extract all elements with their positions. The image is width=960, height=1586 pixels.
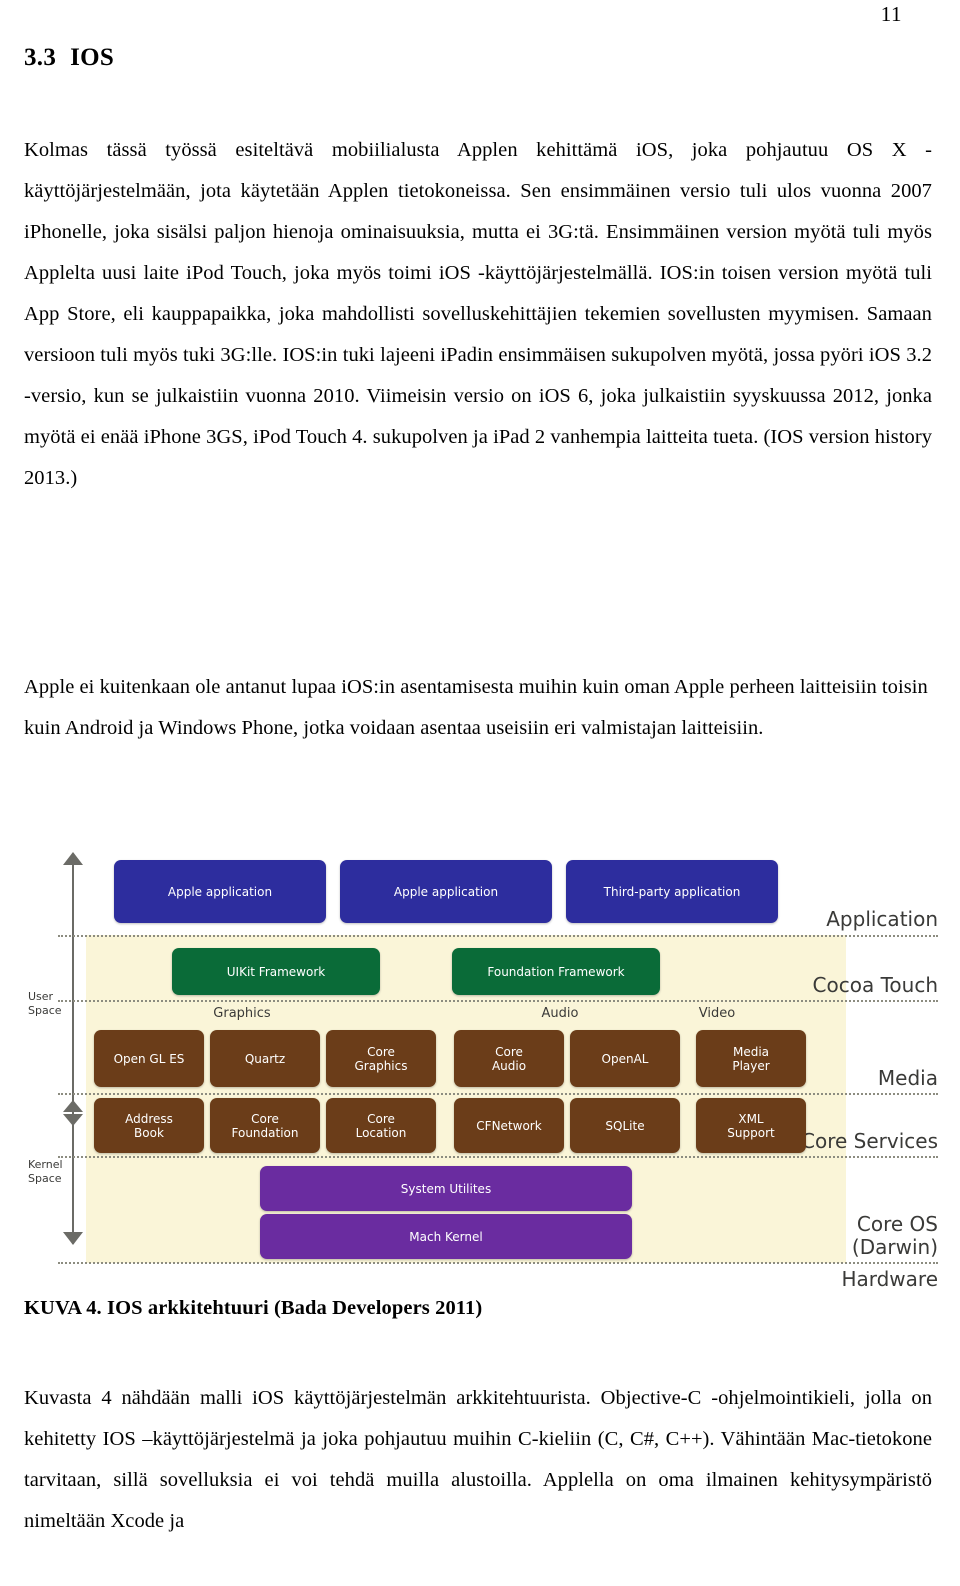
user-kernel-axis xyxy=(72,862,74,1244)
box-label-line: CFNetwork xyxy=(476,1118,542,1133)
core-services-box-core-location: Core Location xyxy=(326,1098,436,1153)
box-label: System Utilites xyxy=(400,1181,492,1196)
core-services-box-address-book: Address Book xyxy=(94,1098,204,1153)
core-services-box-core-foundation: Core Foundation xyxy=(210,1098,320,1153)
cocoa-box-foundation-framework: Foundation Framework xyxy=(452,948,660,995)
group-label-video: Video xyxy=(698,1006,736,1021)
paragraph: Kuvasta 4 nähdään malli iOS käyttöjärjes… xyxy=(24,1387,932,1532)
paragraph: Kolmas tässä työssä esiteltävä mobiilial… xyxy=(24,139,932,489)
box-label-line: Core xyxy=(495,1044,523,1059)
media-box-open-gl-es: Open GL ES xyxy=(94,1030,204,1087)
box-label-line: Media xyxy=(732,1044,770,1059)
box-label: Core Graphics xyxy=(355,1045,408,1073)
media-box-core-audio: Core Audio xyxy=(454,1030,564,1087)
core-services-box-xml-support: XML Support xyxy=(696,1098,806,1153)
group-label-graphics: Graphics xyxy=(213,1006,271,1021)
media-box-openal: OpenAL xyxy=(570,1030,680,1087)
box-label: Apple application xyxy=(167,884,273,899)
box-label: Core Location xyxy=(356,1112,407,1140)
box-label: Quartz xyxy=(245,1052,285,1066)
layer-label-core-os: Core OS xyxy=(856,1212,938,1236)
box-label: XML Support xyxy=(727,1112,774,1140)
box-label-line: Core xyxy=(251,1111,279,1126)
box-label-line: Player xyxy=(732,1058,770,1073)
axis-arrow-mid-down-icon xyxy=(63,1114,83,1126)
paragraph: Apple ei kuitenkaan ole antanut lupaa iO… xyxy=(24,676,928,739)
separator-cocoa-touch xyxy=(58,1000,938,1002)
box-label: Media Player xyxy=(732,1045,769,1073)
box-label-line: SQLite xyxy=(605,1118,645,1133)
box-label: Core Foundation xyxy=(232,1112,299,1140)
box-label-line: Location xyxy=(355,1125,407,1140)
user-space-line-2: Space xyxy=(28,1004,62,1017)
kernel-space-line-1: Kernel xyxy=(28,1158,63,1171)
separator-core-services xyxy=(58,1156,938,1158)
box-label: Core Audio xyxy=(492,1045,526,1073)
user-space-label: User Space xyxy=(28,990,76,1018)
box-label: OpenAL xyxy=(602,1052,649,1066)
box-label: Mach Kernel xyxy=(409,1229,483,1244)
box-label-line: Support xyxy=(727,1125,775,1140)
kernel-space-label: Kernel Space xyxy=(28,1158,76,1186)
box-label-line: Foundation xyxy=(231,1125,299,1140)
box-label: Foundation Framework xyxy=(487,964,625,979)
core-services-box-sqlite: SQLite xyxy=(570,1098,680,1153)
layer-label-core-os-darwin: (Darwin) xyxy=(851,1235,938,1259)
box-label-line: XML xyxy=(738,1111,764,1126)
box-label: Apple application xyxy=(393,884,499,899)
section-heading: 3.3 IOS xyxy=(24,44,114,72)
axis-arrow-down-icon xyxy=(63,1232,83,1245)
layer-label-core-services: Core Services xyxy=(801,1129,938,1153)
media-box-core-graphics: Core Graphics xyxy=(326,1030,436,1087)
box-label-line: Address xyxy=(125,1111,173,1126)
core-os-box-system-utilites: System Utilites xyxy=(260,1166,632,1211)
box-label-line: Quartz xyxy=(244,1051,286,1066)
box-label-line: Open GL ES xyxy=(113,1051,185,1066)
app-box-apple-application-1: Apple application xyxy=(114,860,326,923)
box-label: Third-party application xyxy=(603,884,741,899)
axis-arrow-up-icon xyxy=(63,852,83,865)
ios-architecture-figure: User Space Kernel Space Application Coco… xyxy=(20,838,940,1293)
media-box-media-player: Media Player xyxy=(696,1030,806,1087)
layer-label-hardware: Hardware xyxy=(841,1267,938,1291)
kernel-space-line-2: Space xyxy=(28,1172,62,1185)
app-box-third-party-application: Third-party application xyxy=(566,860,778,923)
box-label: CFNetwork xyxy=(476,1119,541,1133)
layer-label-media: Media xyxy=(877,1066,938,1090)
box-label: Address Book xyxy=(125,1112,173,1140)
box-label: UIKit Framework xyxy=(226,964,326,979)
media-box-quartz: Quartz xyxy=(210,1030,320,1087)
cocoa-box-uikit-framework: UIKit Framework xyxy=(172,948,380,995)
box-label-line: OpenAL xyxy=(601,1051,649,1066)
section-number: 3.3 xyxy=(24,44,57,71)
core-os-box-mach-kernel: Mach Kernel xyxy=(260,1214,632,1259)
group-label-audio: Audio xyxy=(541,1006,579,1021)
separator-core-os xyxy=(58,1262,938,1264)
axis-arrow-mid-up-icon xyxy=(63,1100,83,1112)
box-label-line: Book xyxy=(134,1125,164,1140)
box-label-line: Core xyxy=(367,1111,395,1126)
box-label-line: Graphics xyxy=(354,1058,408,1073)
body-text-block-2: Apple ei kuitenkaan ole antanut lupaa iO… xyxy=(24,667,932,749)
page-number: 11 xyxy=(880,2,902,26)
box-label-line: Audio xyxy=(491,1058,527,1073)
section-title: IOS xyxy=(70,44,115,71)
separator-media xyxy=(58,1093,938,1095)
box-label-line: Core xyxy=(367,1044,395,1059)
app-box-apple-application-2: Apple application xyxy=(340,860,552,923)
box-label: Open GL ES xyxy=(114,1052,185,1066)
figure-caption: KUVA 4. IOS arkkitehtuuri (Bada Develope… xyxy=(24,1297,483,1319)
document-page: 11 3.3 IOS Kolmas tässä työssä esiteltävä… xyxy=(0,0,960,1586)
body-text-block-1: Kolmas tässä työssä esiteltävä mobiilial… xyxy=(24,130,932,499)
box-label: SQLite xyxy=(605,1119,644,1133)
layer-label-application: Application xyxy=(826,907,938,931)
body-text-block-3: Kuvasta 4 nähdään malli iOS käyttöjärjes… xyxy=(24,1378,932,1542)
core-services-box-cfnetwork: CFNetwork xyxy=(454,1098,564,1153)
separator-application xyxy=(58,935,938,937)
layer-label-cocoa-touch: Cocoa Touch xyxy=(812,973,938,997)
